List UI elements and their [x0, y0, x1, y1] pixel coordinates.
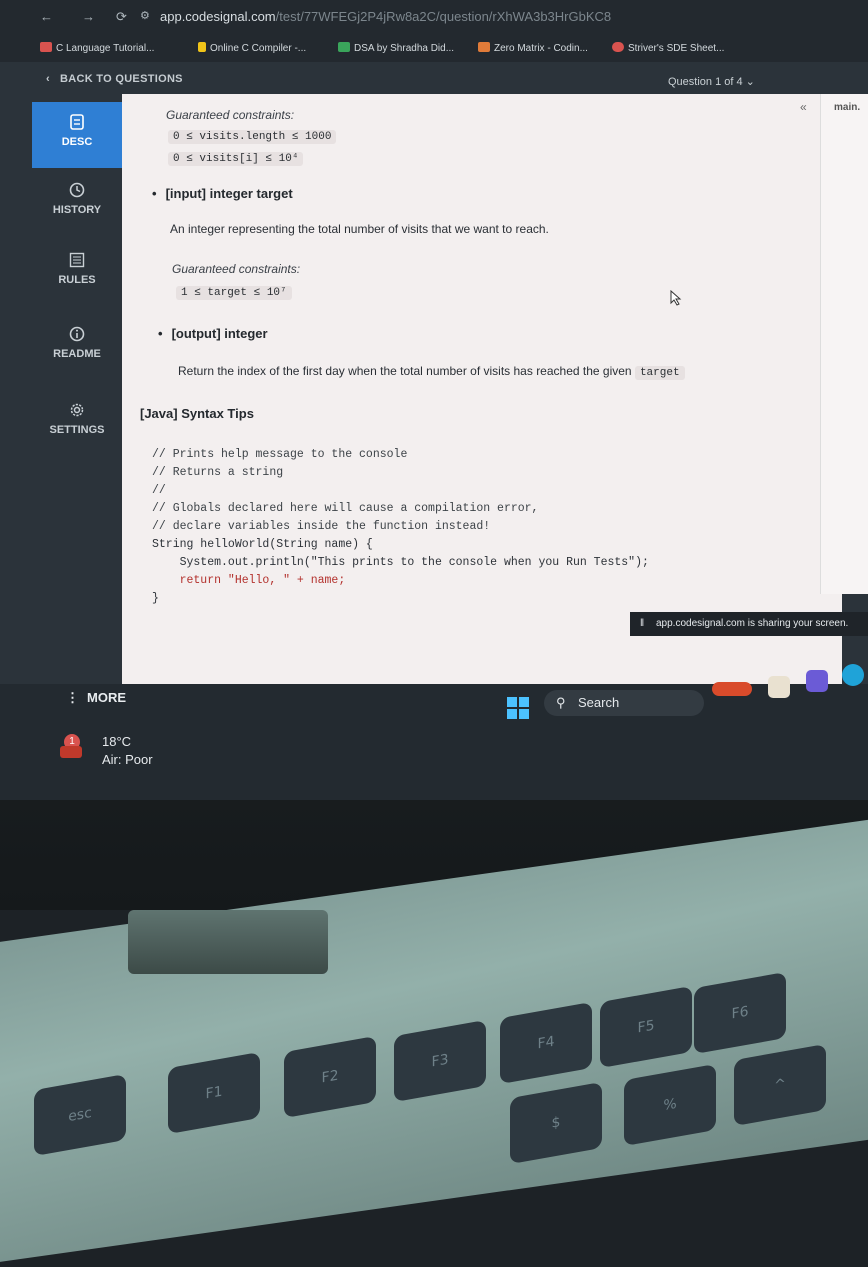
screen-share-banner: ‖ app.codesignal.com is sharing your scr…: [630, 612, 868, 636]
rail-item-label: DESC: [61, 136, 93, 148]
code-line: }: [152, 592, 159, 605]
weather-temp: 18°C: [102, 734, 132, 749]
bookmark-label: Zero Matrix - Codin...: [494, 43, 588, 54]
editor-panel-edge: [820, 94, 868, 594]
gear-icon: [70, 403, 84, 417]
bookmarks-bar: C Language Tutorial... Online C Compiler…: [0, 34, 868, 63]
bookmark-label: Online C Compiler -...: [210, 43, 307, 54]
constraints-heading: Guaranteed constraints:: [166, 108, 295, 122]
code-line: // Returns a string: [152, 466, 284, 479]
laptop-screen: ← → ⟳ ⚙ app.codesignal.com/test/77WFEGj2…: [0, 0, 868, 800]
site-info-icon[interactable]: ⚙: [140, 9, 150, 22]
reload-icon[interactable]: ⟳: [116, 9, 127, 25]
bookmark-c-language[interactable]: C Language Tutorial...: [40, 42, 154, 54]
url-host: app.codesignal.com: [160, 9, 276, 24]
code-line: //: [152, 484, 166, 497]
address-bar[interactable]: app.codesignal.com/test/77WFEGj2P4jRw8a2…: [160, 9, 611, 24]
list-icon: [69, 252, 85, 268]
browser-toolbar: ← → ⟳ ⚙ app.codesignal.com/test/77WFEGj2…: [0, 0, 868, 34]
search-label: Search: [578, 695, 620, 710]
chevron-left-icon: ‹: [46, 73, 50, 85]
code-line: // Prints help message to the console: [152, 448, 408, 461]
code-line: // Globals declared here will cause a co…: [152, 502, 539, 515]
mouse-cursor-icon: [670, 290, 682, 306]
pause-icon[interactable]: ‖: [640, 618, 644, 629]
bookmark-striver[interactable]: Striver's SDE Sheet...: [612, 42, 724, 54]
windows-start-icon[interactable]: [506, 696, 530, 720]
code-line: // declare variables inside the function…: [152, 520, 491, 533]
code-example: // Prints help message to the console // …: [152, 446, 792, 608]
laptop-hinge: [128, 910, 328, 974]
file-explorer-icon[interactable]: [768, 676, 790, 698]
output-target-chip: target: [634, 366, 685, 380]
url-path: /test/77WFEGj2P4jRw8a2C/question/rXhWA3b…: [275, 9, 612, 24]
bookmark-label: Striver's SDE Sheet...: [628, 43, 725, 54]
rail-item-label: HISTORY: [52, 204, 102, 216]
bookmark-zero-matrix[interactable]: Zero Matrix - Codin...: [478, 42, 588, 54]
rail-item-label: RULES: [58, 274, 96, 286]
collapse-panel-icon[interactable]: «: [800, 100, 807, 114]
chevron-down-icon: ⌄: [745, 76, 755, 88]
input-target-description: An integer representing the total number…: [170, 222, 549, 236]
rail-item-rules[interactable]: RULES: [32, 240, 122, 306]
takeuforward-icon: [612, 42, 624, 52]
plus-icon: [338, 42, 350, 52]
app-header: ‹ BACK TO QUESTIONS Question 1 of 4 ⌄: [0, 62, 868, 94]
bookmark-label: C Language Tutorial...: [56, 43, 155, 54]
output-label: [output] integer: [158, 326, 268, 341]
forward-arrow-icon[interactable]: →: [82, 9, 95, 24]
rail-item-label: README: [53, 348, 101, 360]
constraint-visits-length: 0 ≤ visits.length ≤ 1000: [168, 130, 337, 144]
screen-share-text: app.codesignal.com is sharing your scree…: [656, 618, 849, 629]
codingninjas-icon: [478, 42, 490, 52]
constraint-visits-value: 0 ≤ visits[i] ≤ 10⁴: [168, 152, 304, 166]
back-arrow-icon[interactable]: ←: [40, 9, 53, 24]
more-button[interactable]: ⋮ MORE: [40, 690, 132, 718]
syntax-tips-title: [Java] Syntax Tips: [140, 406, 254, 421]
bolt-icon: [198, 42, 206, 52]
constraints-heading: Guaranteed constraints:: [172, 262, 301, 276]
left-rail: DESC HISTORY RULES README SETTINGS: [32, 94, 122, 694]
editor-tab-main[interactable]: main.: [834, 102, 860, 113]
bookmark-dsa[interactable]: DSA by Shradha Did...: [338, 42, 454, 54]
chili-widget-icon[interactable]: [712, 682, 752, 696]
edge-icon[interactable]: [842, 664, 864, 686]
info-icon: [69, 326, 85, 342]
air-quality-icon: [60, 746, 82, 758]
input-target-label: [input] integer target: [152, 186, 293, 201]
youtube-icon: [40, 42, 52, 52]
taskbar-search[interactable]: ⚲ Search: [544, 690, 704, 716]
rail-item-desc[interactable]: DESC: [32, 102, 122, 168]
description-panel: Guaranteed constraints: 0 ≤ visits.lengt…: [122, 94, 842, 684]
rail-item-readme[interactable]: README: [32, 314, 122, 380]
output-description-text: Return the index of the first day when t…: [178, 364, 632, 378]
bookmark-online-compiler[interactable]: Online C Compiler -...: [198, 42, 306, 54]
constraint-target: 1 ≤ target ≤ 10⁷: [176, 286, 292, 300]
teams-icon[interactable]: [806, 670, 828, 692]
rail-item-history[interactable]: HISTORY: [32, 170, 122, 236]
weather-air: Air: Poor: [102, 752, 153, 767]
clock-icon: [69, 182, 85, 198]
output-description: Return the index of the first day when t…: [178, 364, 685, 382]
rail-item-settings[interactable]: SETTINGS: [32, 390, 122, 456]
bookmark-label: DSA by Shradha Did...: [354, 43, 455, 54]
code-line: System.out.println("This prints to the c…: [152, 556, 649, 569]
vertical-dots-icon: ⋮: [66, 690, 79, 705]
question-counter-label: Question 1 of 4: [668, 76, 743, 88]
code-line: String helloWorld(String name) {: [152, 538, 373, 551]
back-to-questions-link[interactable]: ‹ BACK TO QUESTIONS: [46, 73, 183, 85]
more-label: MORE: [87, 690, 126, 705]
search-icon: ⚲: [556, 695, 566, 710]
code-line: return "Hello, " + name;: [152, 574, 346, 587]
back-to-questions-label: BACK TO QUESTIONS: [59, 73, 183, 85]
document-icon: [70, 114, 84, 130]
question-selector[interactable]: Question 1 of 4 ⌄: [668, 75, 755, 88]
rail-item-label: SETTINGS: [49, 424, 105, 436]
